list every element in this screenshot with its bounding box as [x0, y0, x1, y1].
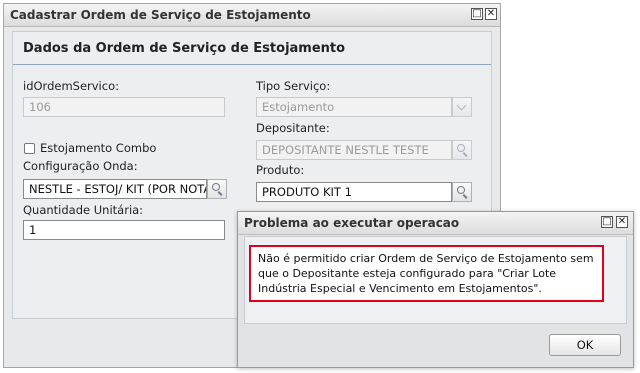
ok-button[interactable]: OK — [549, 334, 621, 356]
tipo-servico-select: Estojamento — [256, 97, 452, 117]
produto-field[interactable]: PRODUTO KIT 1 — [256, 182, 452, 202]
panel-header: Dados da Ordem de Serviço de Estojamento — [13, 32, 491, 65]
depositante-field: DEPOSITANTE NESTLE TESTE — [256, 140, 452, 160]
panel-title: Dados da Ordem de Serviço de Estojamento — [23, 41, 346, 56]
dialog-title: Problema ao executar operacao — [244, 216, 460, 230]
search-icon — [457, 144, 465, 152]
close-icon[interactable]: ✕ — [485, 8, 497, 20]
estojamento-combo-checkbox[interactable] — [24, 143, 35, 154]
config-onda-search-button[interactable] — [207, 179, 227, 199]
window-title: Cadastrar Ordem de Serviço de Estojament… — [10, 8, 311, 22]
config-onda-field[interactable]: NESTLE - ESTOJ/ KIT (POR NOTA — [23, 179, 207, 199]
quantidade-field[interactable]: 1 — [23, 220, 225, 240]
depositante-search-button — [452, 140, 472, 160]
tipo-servico-dropdown-button — [452, 97, 472, 117]
close-icon[interactable]: ✕ — [616, 216, 628, 228]
search-icon — [457, 186, 465, 194]
config-onda-label: Configuração Onda: — [23, 159, 138, 173]
produto-search-button[interactable] — [452, 182, 472, 202]
id-label: idOrdemServico: — [23, 79, 119, 93]
tipo-servico-label: Tipo Serviço: — [256, 79, 331, 93]
maximize-icon[interactable]: □ — [601, 216, 613, 228]
error-message: Não é permitido criar Ordem de Serviço d… — [249, 245, 604, 302]
search-icon — [212, 183, 220, 191]
quantidade-label: Quantidade Unitária: — [23, 203, 144, 217]
depositante-label: Depositante: — [256, 121, 330, 135]
id-field: 106 — [23, 97, 225, 117]
dialog-body: Não é permitido criar Ordem de Serviço d… — [244, 236, 627, 324]
produto-label: Produto: — [256, 163, 305, 177]
window-titlebar[interactable]: Cadastrar Ordem de Serviço de Estojament… — [4, 4, 500, 27]
maximize-icon[interactable]: □ — [471, 8, 483, 20]
dialog-titlebar[interactable]: Problema ao executar operacao □ ✕ — [238, 212, 633, 235]
chevron-down-icon — [456, 100, 467, 111]
estojamento-combo-label[interactable]: Estojamento Combo — [40, 141, 156, 155]
error-dialog: Problema ao executar operacao □ ✕ Não é … — [237, 211, 634, 368]
